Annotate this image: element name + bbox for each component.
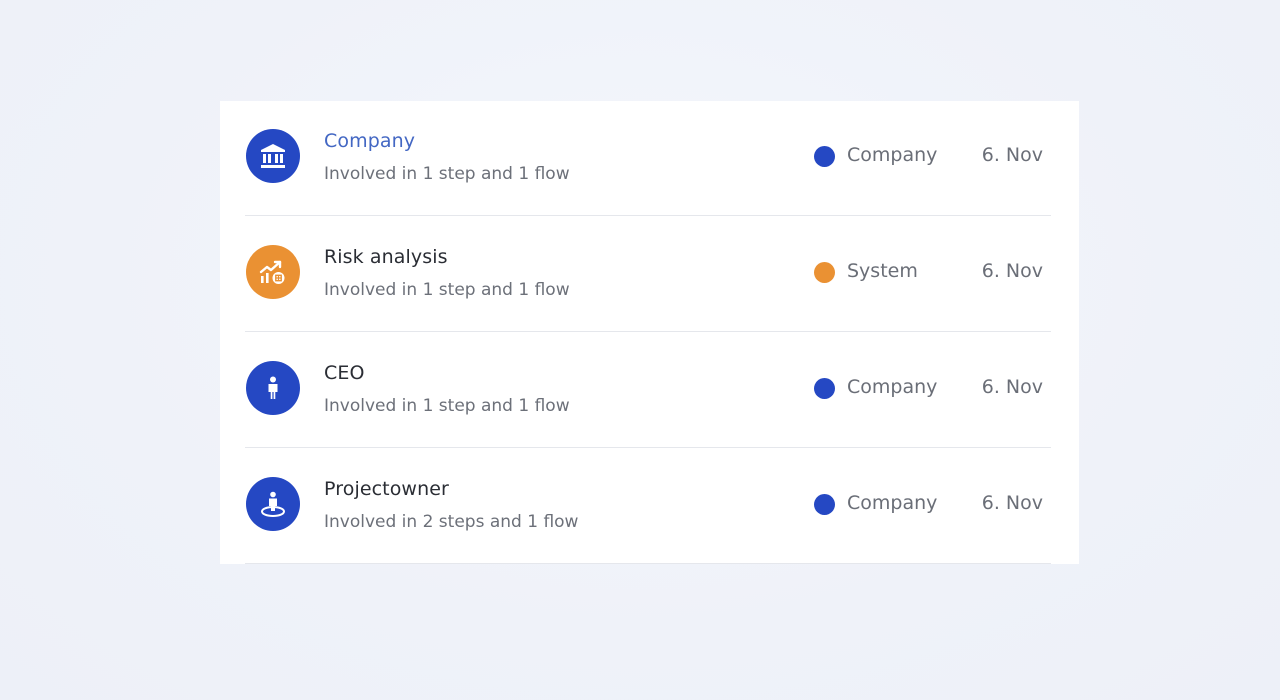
entity-date: 6. Nov [981, 260, 1043, 282]
entity-title: Risk analysis [324, 246, 448, 268]
entity-type: Company [847, 376, 938, 398]
entity-subtitle: Involved in 1 step and 1 flow [324, 396, 570, 416]
type-dot [814, 494, 835, 515]
type-dot [814, 262, 835, 283]
entity-title-link[interactable]: Company [324, 130, 415, 152]
entity-subtitle: Involved in 2 steps and 1 flow [324, 512, 579, 532]
entity-title: CEO [324, 362, 365, 384]
entity-avatar [246, 129, 300, 183]
entity-date: 6. Nov [981, 376, 1043, 398]
entity-type: System [847, 260, 918, 282]
person-icon [268, 376, 278, 399]
entity-date: 6. Nov [981, 492, 1043, 514]
list-item[interactable]: Risk analysis Involved in 1 step and 1 f… [245, 217, 1051, 332]
entity-type: Company [847, 144, 938, 166]
entity-title: Projectowner [324, 478, 449, 500]
entity-subtitle: Involved in 1 step and 1 flow [324, 280, 570, 300]
entity-list-panel: Company Involved in 1 step and 1 flow Co… [220, 101, 1079, 564]
type-dot [814, 378, 835, 399]
entity-avatar [246, 477, 300, 531]
entity-avatar [246, 245, 300, 299]
entity-subtitle: Involved in 1 step and 1 flow [324, 164, 570, 184]
list-item[interactable]: Projectowner Involved in 2 steps and 1 f… [245, 449, 1051, 564]
chart-trend-icon [259, 260, 285, 284]
building-icon [261, 144, 285, 168]
list-item[interactable]: CEO Involved in 1 step and 1 flow Compan… [245, 333, 1051, 448]
list-item[interactable]: Company Involved in 1 step and 1 flow Co… [245, 101, 1051, 216]
entity-avatar [246, 361, 300, 415]
type-dot [814, 146, 835, 167]
entity-type: Company [847, 492, 938, 514]
entity-date: 6. Nov [981, 144, 1043, 166]
person-target-icon [261, 491, 285, 517]
